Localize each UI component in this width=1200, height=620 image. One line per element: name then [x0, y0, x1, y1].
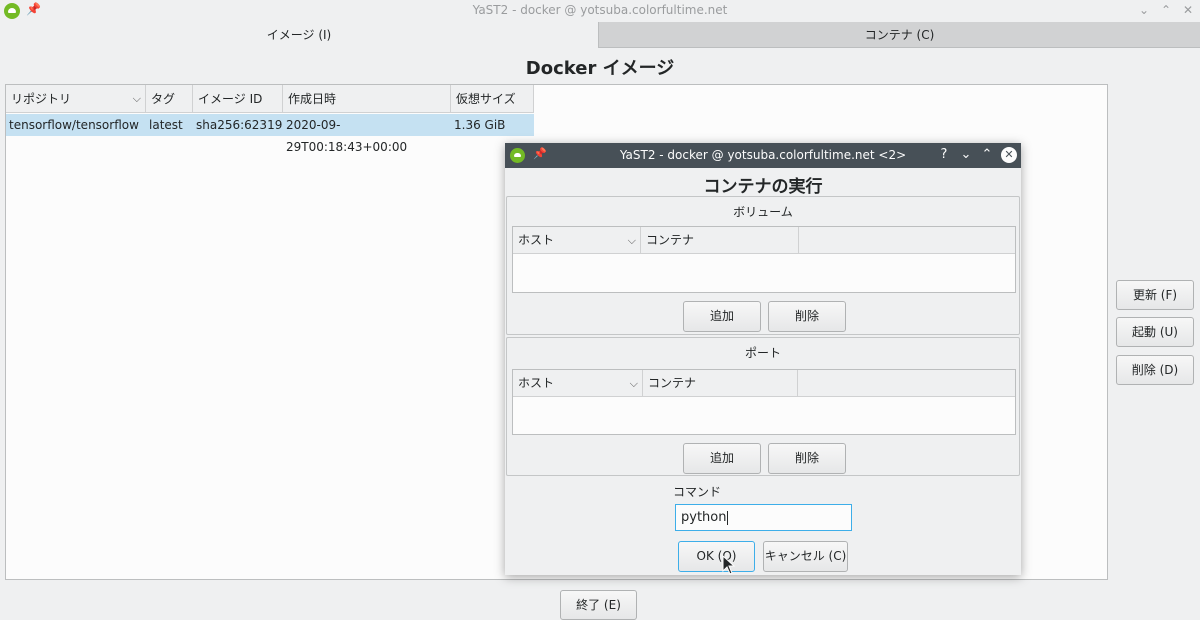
dialog-heading: コンテナの実行: [703, 177, 823, 197]
column-header-tag[interactable]: タグ: [146, 85, 193, 113]
column-header-container[interactable]: コンテナ: [643, 370, 798, 397]
cell-tag: latest: [149, 118, 183, 132]
column-header-empty: [799, 227, 1015, 254]
maximize-icon[interactable]: ⌃: [978, 146, 996, 164]
minimize-icon[interactable]: ⌄: [1135, 1, 1153, 19]
column-header-repository[interactable]: リポジトリ ⌵: [6, 85, 146, 113]
page-title: Docker イメージ: [525, 58, 675, 79]
volume-table[interactable]: ホスト ⌵ コンテナ: [512, 226, 1016, 293]
tab-images[interactable]: イメージ (I): [0, 22, 598, 48]
ok-button[interactable]: OK (O): [678, 541, 755, 572]
tab-containers[interactable]: コンテナ (C): [598, 22, 1200, 48]
cell-image-id: sha256:62319: [196, 118, 283, 132]
help-icon[interactable]: ?: [935, 146, 953, 164]
close-icon[interactable]: ✕: [1179, 1, 1197, 19]
volume-group-title: ボリューム: [733, 205, 793, 219]
cell-created: 2020-09-29T00:18:43+00:00: [286, 118, 408, 154]
column-header-created[interactable]: 作成日時: [283, 85, 451, 113]
text-caret: [727, 510, 729, 525]
close-icon[interactable]: ✕: [1001, 147, 1017, 163]
column-header-container[interactable]: コンテナ: [641, 227, 799, 254]
column-header-host[interactable]: ホスト ⌵: [513, 227, 641, 254]
dialog-titlebar[interactable]: 📌 YaST2 - docker @ yotsuba.colorfultime.…: [505, 143, 1021, 168]
maximize-icon[interactable]: ⌃: [1157, 1, 1175, 19]
column-header-label: ホスト: [518, 376, 555, 390]
quit-button[interactable]: 終了 (E): [560, 590, 637, 620]
volume-remove-button[interactable]: 削除: [768, 301, 846, 332]
window-titlebar[interactable]: 📌 YaST2 - docker @ yotsuba.colorfultime.…: [0, 0, 1200, 22]
column-header-image-id[interactable]: イメージ ID: [193, 85, 283, 113]
delete-image-button[interactable]: 削除 (D): [1116, 355, 1194, 385]
volume-group: ボリューム ホスト ⌵ コンテナ 追加 削除: [506, 196, 1020, 335]
column-header-label: リポジトリ: [11, 92, 72, 106]
port-group: ポート ホスト ⌵ コンテナ 追加 削除: [506, 337, 1020, 476]
volume-add-button[interactable]: 追加: [683, 301, 761, 332]
command-label: コマンド: [673, 485, 722, 499]
port-group-title: ポート: [744, 346, 781, 360]
command-value: python: [681, 510, 727, 525]
chevron-down-icon: ⌵: [629, 377, 638, 390]
table-row[interactable]: tensorflow/tensorflow latest sha256:6231…: [6, 114, 534, 154]
column-header-host[interactable]: ホスト ⌵: [513, 370, 643, 397]
command-input[interactable]: python: [675, 504, 852, 531]
port-table[interactable]: ホスト ⌵ コンテナ: [512, 369, 1016, 435]
port-remove-button[interactable]: 削除: [768, 443, 846, 474]
run-container-dialog[interactable]: 📌 YaST2 - docker @ yotsuba.colorfultime.…: [505, 143, 1021, 575]
chevron-down-icon: ⌵: [132, 92, 141, 105]
cell-size: 1.36 GiB: [454, 118, 506, 132]
cell-repository: tensorflow/tensorflow: [9, 118, 139, 132]
column-header-label: ホスト: [518, 233, 555, 247]
window-title: YaST2 - docker @ yotsuba.colorfultime.ne…: [472, 3, 728, 17]
port-add-button[interactable]: 追加: [683, 443, 761, 474]
cancel-button[interactable]: キャンセル (C): [763, 541, 848, 572]
refresh-button[interactable]: 更新 (F): [1116, 280, 1194, 310]
column-header-size[interactable]: 仮想サイズ: [451, 85, 534, 113]
start-button[interactable]: 起動 (U): [1116, 317, 1194, 347]
mouse-pointer-icon: [722, 555, 736, 575]
minimize-icon[interactable]: ⌄: [957, 146, 975, 164]
chevron-down-icon: ⌵: [627, 234, 636, 247]
column-header-empty: [798, 370, 1015, 397]
